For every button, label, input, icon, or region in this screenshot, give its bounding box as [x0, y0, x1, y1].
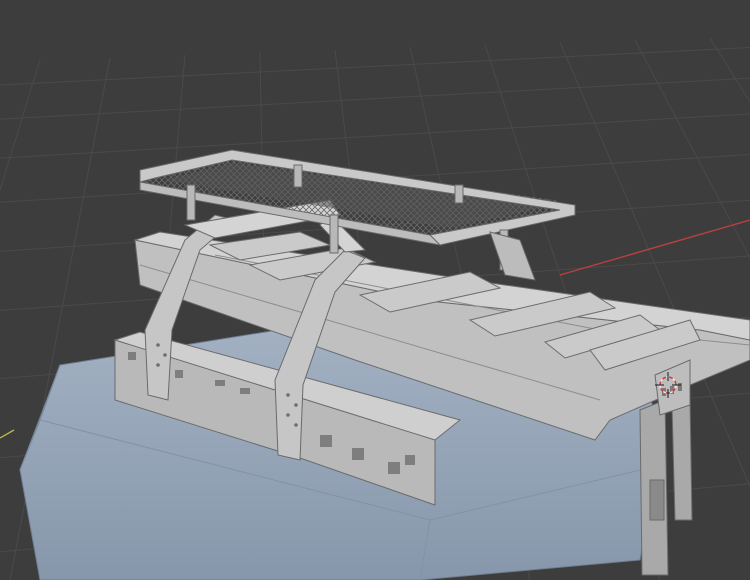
rear-support[interactable] [639, 397, 693, 576]
y-axis-line [0, 429, 15, 439]
x-axis-line [559, 219, 750, 276]
3d-viewport[interactable] [0, 0, 750, 580]
